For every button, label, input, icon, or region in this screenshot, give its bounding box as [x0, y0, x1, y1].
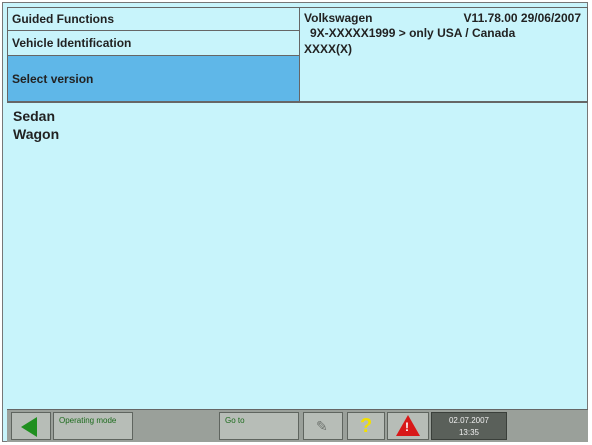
breadcrumb-panel: Guided Functions Vehicle Identification …: [7, 7, 300, 102]
software-version: V11.78.00 29/06/2007: [463, 11, 581, 25]
go-to-button[interactable]: Go to: [219, 412, 299, 440]
help-icon: ?: [360, 415, 373, 437]
time-text: 13:35: [458, 428, 480, 437]
wrench-icon: ✎: [316, 418, 328, 434]
operating-mode-button[interactable]: Operating mode: [53, 412, 133, 440]
warning-button[interactable]: !: [387, 412, 429, 440]
bottom-toolbar: Operating mode Go to ✎ ? ! 02.07.2007 13…: [7, 409, 588, 442]
date-time-display: 02.07.2007 13:35: [431, 412, 507, 440]
help-button[interactable]: ?: [347, 412, 385, 440]
make-version-line: Volkswagen V11.78.00 29/06/2007: [304, 11, 583, 25]
version-item-wagon[interactable]: Wagon: [13, 125, 582, 143]
diagnostic-screen: Guided Functions Vehicle Identification …: [2, 2, 588, 442]
vehicle-info-panel: Volkswagen V11.78.00 29/06/2007 9X-XXXXX…: [300, 7, 588, 102]
back-button[interactable]: [11, 412, 51, 440]
warning-mark: !: [405, 420, 409, 434]
breadcrumb-guided-functions[interactable]: Guided Functions: [8, 8, 299, 31]
go-to-label: Go to: [225, 416, 245, 425]
version-list: Sedan Wagon: [7, 102, 588, 408]
breadcrumb-select-version: Select version: [8, 56, 299, 101]
breadcrumb-vehicle-identification[interactable]: Vehicle Identification: [8, 31, 299, 56]
back-arrow-icon: [21, 417, 37, 437]
vehicle-model: 9X-XXXXX1999 > only USA / Canada: [310, 26, 516, 40]
vehicle-engine: XXXX(X): [304, 42, 353, 56]
operating-mode-label: Operating mode: [59, 416, 117, 425]
tools-button[interactable]: ✎: [303, 412, 343, 440]
version-item-sedan[interactable]: Sedan: [13, 107, 582, 125]
vehicle-make: Volkswagen: [304, 11, 373, 25]
date-text: 02.07.2007: [448, 416, 490, 425]
